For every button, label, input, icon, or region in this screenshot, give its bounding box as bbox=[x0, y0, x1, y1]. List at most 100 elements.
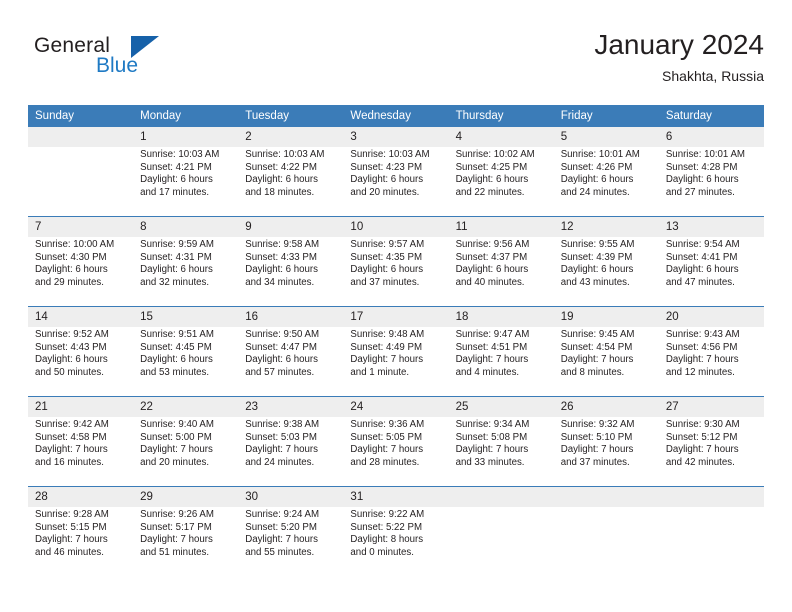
day-cell[interactable]: 24 Sunrise: 9:36 AM Sunset: 5:05 PM Dayl… bbox=[343, 396, 449, 487]
daylight-text-line2: and 18 minutes. bbox=[245, 186, 315, 198]
daylight-text-line1: Daylight: 7 hours bbox=[455, 354, 529, 366]
daylight-text-line2: and 42 minutes. bbox=[665, 456, 735, 468]
day-details bbox=[659, 507, 764, 509]
sunset-text: Sunset: 4:56 PM bbox=[665, 341, 738, 353]
sunset-text: Sunset: 4:49 PM bbox=[350, 341, 423, 353]
day-number: 11 bbox=[448, 217, 554, 237]
sunrise-text: Sunrise: 10:02 AM bbox=[455, 149, 535, 160]
sunrise-text: Sunrise: 9:38 AM bbox=[245, 419, 320, 430]
day-cell[interactable]: 22 Sunrise: 9:40 AM Sunset: 5:00 PM Dayl… bbox=[133, 396, 239, 487]
sunset-text: Sunset: 4:47 PM bbox=[245, 341, 317, 353]
day-cell[interactable]: 5 Sunrise: 10:01 AM Sunset: 4:26 PM Dayl… bbox=[553, 127, 659, 217]
daylight-text-line2: and 24 minutes. bbox=[245, 456, 315, 468]
day-cell[interactable]: 9 Sunrise: 9:58 AM Sunset: 4:33 PM Dayli… bbox=[238, 216, 344, 307]
day-details: Sunrise: 9:58 AM Sunset: 4:33 PM Dayligh… bbox=[238, 237, 343, 289]
day-cell[interactable]: 2 Sunrise: 10:03 AM Sunset: 4:22 PM Dayl… bbox=[238, 127, 344, 217]
day-cell[interactable] bbox=[553, 486, 659, 576]
calendar-page: General Blue January 2024 Shakhta, Russi… bbox=[0, 0, 792, 612]
day-cell[interactable]: 31 Sunrise: 9:22 AM Sunset: 5:22 PM Dayl… bbox=[343, 486, 449, 576]
day-cell[interactable]: 8 Sunrise: 9:59 AM Sunset: 4:31 PM Dayli… bbox=[133, 216, 239, 307]
day-cell[interactable]: 10 Sunrise: 9:57 AM Sunset: 4:35 PM Dayl… bbox=[343, 216, 449, 307]
day-details: Sunrise: 9:48 AM Sunset: 4:49 PM Dayligh… bbox=[343, 327, 448, 379]
sunrise-text: Sunrise: 9:40 AM bbox=[140, 419, 214, 430]
daylight-text-line2: and 37 minutes. bbox=[560, 456, 630, 468]
sunrise-text: Sunrise: 9:26 AM bbox=[140, 509, 214, 520]
day-details: Sunrise: 9:59 AM Sunset: 4:31 PM Dayligh… bbox=[133, 237, 238, 289]
day-number: 25 bbox=[448, 397, 554, 417]
day-number: 12 bbox=[553, 217, 659, 237]
day-cell[interactable]: 7 Sunrise: 10:00 AM Sunset: 4:30 PM Dayl… bbox=[28, 216, 134, 307]
daylight-text-line1: Daylight: 7 hours bbox=[560, 354, 634, 366]
sunset-text: Sunset: 5:05 PM bbox=[350, 431, 423, 443]
sunset-text: Sunset: 4:37 PM bbox=[455, 251, 528, 263]
daylight-text-line2: and 53 minutes. bbox=[140, 366, 210, 378]
day-cell[interactable]: 12 Sunrise: 9:55 AM Sunset: 4:39 PM Dayl… bbox=[553, 216, 659, 307]
daylight-text-line2: and 20 minutes. bbox=[350, 186, 420, 198]
day-cell[interactable]: 1 Sunrise: 10:03 AM Sunset: 4:21 PM Dayl… bbox=[133, 127, 239, 217]
sunrise-text: Sunrise: 10:01 AM bbox=[665, 149, 746, 160]
day-cell[interactable]: 14 Sunrise: 9:52 AM Sunset: 4:43 PM Dayl… bbox=[28, 306, 134, 397]
daylight-text-line2: and 57 minutes. bbox=[245, 366, 315, 378]
weekday-header-saturday: Saturday bbox=[658, 105, 764, 127]
day-cell[interactable]: 15 Sunrise: 9:51 AM Sunset: 4:45 PM Dayl… bbox=[133, 306, 239, 397]
day-cell[interactable]: 17 Sunrise: 9:48 AM Sunset: 4:49 PM Dayl… bbox=[343, 306, 449, 397]
day-cell[interactable]: 30 Sunrise: 9:24 AM Sunset: 5:20 PM Dayl… bbox=[238, 486, 344, 576]
day-number: 29 bbox=[133, 487, 239, 507]
daylight-text-line1: Daylight: 6 hours bbox=[140, 264, 213, 276]
daylight-text-line2: and 33 minutes. bbox=[455, 456, 525, 468]
sunset-text: Sunset: 5:10 PM bbox=[560, 431, 633, 443]
calendar-table: Sunday Monday Tuesday Wednesday Thursday… bbox=[28, 105, 764, 576]
sunset-text: Sunset: 5:12 PM bbox=[665, 431, 738, 443]
daylight-text-line1: Daylight: 7 hours bbox=[140, 444, 213, 456]
sunset-text: Sunset: 4:43 PM bbox=[35, 341, 107, 353]
day-cell[interactable]: 19 Sunrise: 9:45 AM Sunset: 4:54 PM Dayl… bbox=[553, 306, 659, 397]
sunrise-text: Sunrise: 9:43 AM bbox=[665, 329, 740, 340]
sunrise-text: Sunrise: 10:03 AM bbox=[140, 149, 220, 160]
day-cell[interactable]: 18 Sunrise: 9:47 AM Sunset: 4:51 PM Dayl… bbox=[448, 306, 554, 397]
daylight-text-line1: Daylight: 6 hours bbox=[560, 264, 634, 276]
sunset-text: Sunset: 4:22 PM bbox=[245, 161, 317, 173]
day-cell[interactable]: 20 Sunrise: 9:43 AM Sunset: 4:56 PM Dayl… bbox=[658, 306, 764, 397]
day-cell[interactable]: 13 Sunrise: 9:54 AM Sunset: 4:41 PM Dayl… bbox=[658, 216, 764, 307]
day-cell[interactable]: 11 Sunrise: 9:56 AM Sunset: 4:37 PM Dayl… bbox=[448, 216, 554, 307]
daylight-text-line1: Daylight: 7 hours bbox=[665, 444, 739, 456]
day-number: 18 bbox=[448, 307, 554, 327]
weekday-header-tuesday: Tuesday bbox=[238, 105, 344, 127]
day-details: Sunrise: 9:24 AM Sunset: 5:20 PM Dayligh… bbox=[238, 507, 343, 559]
week-row: 21 Sunrise: 9:42 AM Sunset: 4:58 PM Dayl… bbox=[28, 396, 764, 487]
day-details: Sunrise: 9:38 AM Sunset: 5:03 PM Dayligh… bbox=[238, 417, 343, 469]
day-details: Sunrise: 9:43 AM Sunset: 4:56 PM Dayligh… bbox=[659, 327, 764, 379]
day-number: 9 bbox=[238, 217, 344, 237]
day-details: Sunrise: 9:40 AM Sunset: 5:00 PM Dayligh… bbox=[133, 417, 238, 469]
day-cell[interactable]: 25 Sunrise: 9:34 AM Sunset: 5:08 PM Dayl… bbox=[448, 396, 554, 487]
day-cell[interactable]: 6 Sunrise: 10:01 AM Sunset: 4:28 PM Dayl… bbox=[658, 127, 764, 217]
page-header: General Blue January 2024 Shakhta, Russi… bbox=[28, 28, 764, 100]
day-cell[interactable]: 21 Sunrise: 9:42 AM Sunset: 4:58 PM Dayl… bbox=[28, 396, 134, 487]
day-number: 16 bbox=[238, 307, 344, 327]
sunset-text: Sunset: 4:23 PM bbox=[350, 161, 423, 173]
day-cell[interactable]: 23 Sunrise: 9:38 AM Sunset: 5:03 PM Dayl… bbox=[238, 396, 344, 487]
daylight-text-line2: and 34 minutes. bbox=[245, 276, 315, 288]
sunset-text: Sunset: 4:31 PM bbox=[140, 251, 212, 263]
day-cell[interactable] bbox=[448, 486, 554, 576]
day-number: 8 bbox=[133, 217, 239, 237]
day-cell[interactable]: 16 Sunrise: 9:50 AM Sunset: 4:47 PM Dayl… bbox=[238, 306, 344, 397]
day-cell[interactable]: 3 Sunrise: 10:03 AM Sunset: 4:23 PM Dayl… bbox=[343, 127, 449, 217]
day-cell[interactable] bbox=[658, 486, 764, 576]
day-cell[interactable] bbox=[28, 127, 134, 217]
day-details: Sunrise: 10:02 AM Sunset: 4:25 PM Daylig… bbox=[449, 147, 554, 199]
day-cell[interactable]: 4 Sunrise: 10:02 AM Sunset: 4:25 PM Dayl… bbox=[448, 127, 554, 217]
day-cell[interactable]: 26 Sunrise: 9:32 AM Sunset: 5:10 PM Dayl… bbox=[553, 396, 659, 487]
day-details bbox=[449, 507, 554, 509]
day-details: Sunrise: 9:54 AM Sunset: 4:41 PM Dayligh… bbox=[659, 237, 764, 289]
day-details: Sunrise: 9:47 AM Sunset: 4:51 PM Dayligh… bbox=[449, 327, 554, 379]
day-cell[interactable]: 27 Sunrise: 9:30 AM Sunset: 5:12 PM Dayl… bbox=[658, 396, 764, 487]
sunset-text: Sunset: 4:39 PM bbox=[560, 251, 633, 263]
daylight-text-line1: Daylight: 6 hours bbox=[455, 174, 529, 186]
week-row: 14 Sunrise: 9:52 AM Sunset: 4:43 PM Dayl… bbox=[28, 306, 764, 397]
day-cell[interactable]: 28 Sunrise: 9:28 AM Sunset: 5:15 PM Dayl… bbox=[28, 486, 134, 576]
day-details: Sunrise: 10:03 AM Sunset: 4:22 PM Daylig… bbox=[238, 147, 343, 199]
day-cell[interactable]: 29 Sunrise: 9:26 AM Sunset: 5:17 PM Dayl… bbox=[133, 486, 239, 576]
daylight-text-line2: and 16 minutes. bbox=[35, 456, 104, 468]
daylight-text-line1: Daylight: 7 hours bbox=[665, 354, 739, 366]
